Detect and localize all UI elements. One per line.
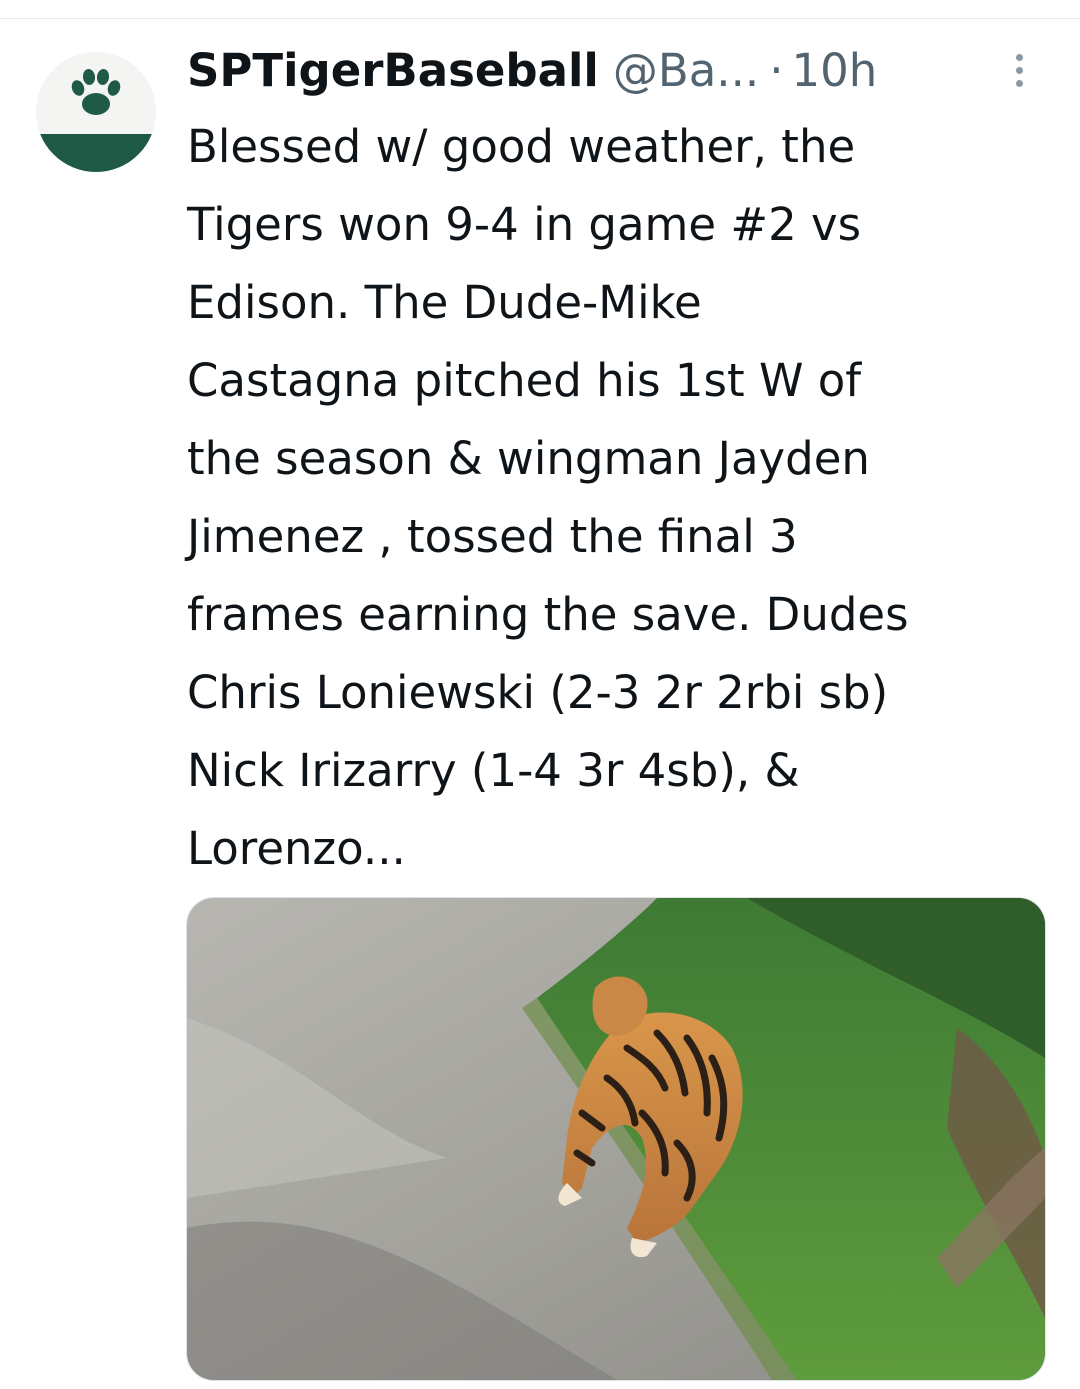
tiger-photo [187, 898, 1045, 1380]
tweet-text: Blessed w/ good weather, the Tigers won … [187, 120, 909, 875]
avatar-green-band [36, 134, 156, 172]
more-vertical-icon[interactable] [1009, 54, 1029, 94]
display-name[interactable]: SPTigerBaseball [187, 40, 599, 102]
tweet-header: SPTigerBaseball @Ba... · 10h [187, 40, 1047, 102]
user-handle[interactable]: @Ba... [613, 40, 759, 102]
top-divider [0, 18, 1080, 19]
timestamp[interactable]: 10h [792, 40, 878, 102]
separator-dot: · [769, 44, 784, 97]
tweet: SPTigerBaseball @Ba... · 10h Blessed w/ … [187, 40, 1047, 888]
profile-avatar[interactable] [36, 52, 156, 172]
tweet-media-image[interactable] [186, 897, 1046, 1381]
paw-icon [71, 69, 121, 115]
